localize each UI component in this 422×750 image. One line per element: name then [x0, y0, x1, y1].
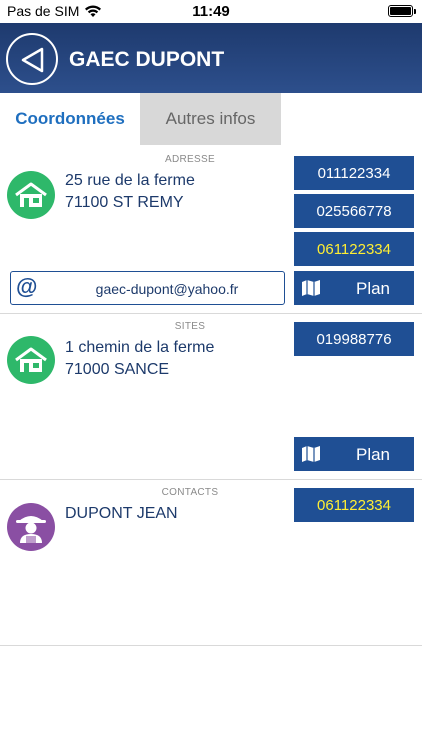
page-title: GAEC DUPONT [69, 48, 225, 71]
map-icon [302, 446, 320, 462]
address-line-2: 71100 ST REMY [65, 194, 184, 211]
contact-phone-button[interactable]: 061122334 [294, 488, 414, 522]
email-address: gaec-dupont@yahoo.fr [95, 281, 239, 297]
map-icon [302, 280, 320, 296]
back-arrow-icon [21, 47, 44, 73]
contacts-section: CONTACTS DUPONT JEAN 061122334 [0, 480, 422, 646]
sites-section: SITES 1 chemin de la ferme 71000 SANCE 0… [0, 314, 422, 480]
tab-coordonnees[interactable]: Coordonnées [0, 93, 140, 145]
phone-button-2[interactable]: 025566778 [294, 194, 414, 228]
site-phone-button[interactable]: 019988776 [294, 322, 414, 356]
house-icon [7, 171, 55, 219]
app-header: GAEC DUPONT [0, 23, 422, 93]
mobile-phone-button[interactable]: 061122334 [294, 232, 414, 266]
site-address-line-1: 1 chemin de la ferme [65, 339, 215, 356]
plan-button[interactable]: Plan [294, 271, 414, 305]
status-bar: Pas de SIM 11:49 [0, 0, 422, 23]
at-icon: @ [16, 274, 38, 299]
email-button[interactable]: @ gaec-dupont@yahoo.fr [10, 271, 285, 305]
back-button[interactable] [6, 33, 58, 85]
battery-tip [414, 9, 416, 14]
contact-name: DUPONT JEAN [65, 505, 178, 522]
site-plan-button[interactable]: Plan [294, 437, 414, 471]
plan-label: Plan [355, 445, 391, 464]
site-address-line-2: 71000 SANCE [65, 361, 170, 378]
house-icon [7, 336, 55, 384]
plan-label: Plan [355, 279, 391, 298]
address-line-1: 25 rue de la ferme [65, 172, 195, 189]
address-section: ADRESSE 25 rue de la ferme 71100 ST REMY… [0, 145, 422, 314]
farmer-avatar-icon [7, 503, 55, 551]
battery-icon [388, 5, 413, 17]
clock: 11:49 [192, 3, 230, 20]
tab-autres-infos[interactable]: Autres infos [140, 93, 281, 145]
phone-button-1[interactable]: 011122334 [294, 156, 414, 190]
